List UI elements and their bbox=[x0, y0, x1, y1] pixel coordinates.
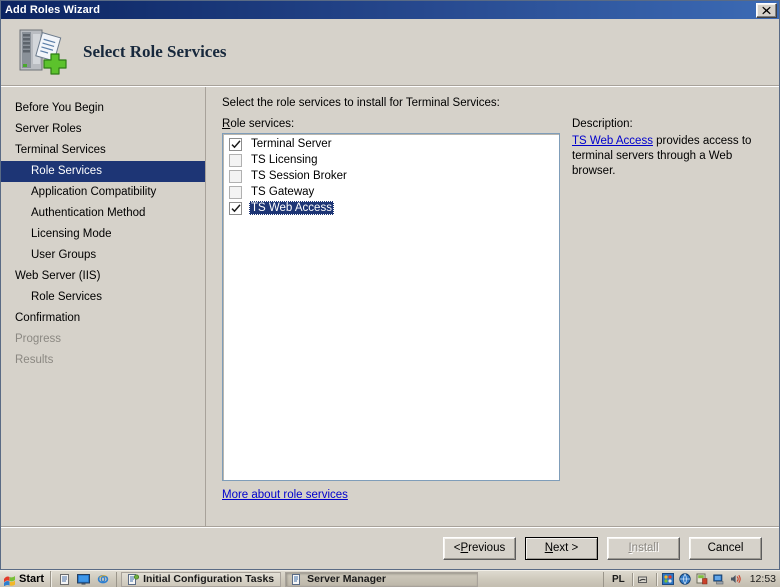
checkbox-unchecked-icon[interactable] bbox=[229, 169, 242, 183]
sidebar-item-confirmation[interactable]: Confirmation bbox=[1, 308, 205, 329]
start-button-label: Start bbox=[19, 573, 45, 585]
main-pane: Select the role services to install for … bbox=[206, 87, 779, 526]
install-button: Install bbox=[607, 536, 680, 560]
sidebar-item-label: Server Roles bbox=[15, 123, 82, 135]
role-services-label-rest: ole services: bbox=[230, 118, 295, 130]
previous-button[interactable]: < Previous bbox=[443, 536, 516, 560]
title-bar: Add Roles Wizard bbox=[1, 1, 779, 19]
instruction-text: Select the role services to install for … bbox=[222, 97, 500, 109]
server-manager-icon bbox=[292, 573, 301, 585]
taskbar-item-label: Initial Configuration Tasks bbox=[143, 573, 275, 585]
sidebar-item-application-compatibility[interactable]: Application Compatibility bbox=[1, 182, 205, 203]
sidebar-item-label: Application Compatibility bbox=[31, 186, 157, 198]
server-add-icon bbox=[19, 29, 67, 75]
button-label-pre: Cancel bbox=[707, 542, 744, 554]
taskbar: Start Initial Configuration Tasks Server… bbox=[0, 570, 780, 587]
security-shield-icon[interactable] bbox=[696, 573, 708, 585]
list-item-label: TS Session Broker bbox=[251, 170, 347, 182]
taskbar-item-label: Server Manager bbox=[307, 573, 386, 585]
sidebar-item-label: User Groups bbox=[31, 249, 97, 261]
checkbox-checked-icon[interactable] bbox=[229, 137, 242, 151]
next-button[interactable]: Next > bbox=[525, 536, 598, 560]
network-connections-icon[interactable] bbox=[713, 573, 725, 585]
cancel-button[interactable]: Cancel bbox=[689, 536, 762, 560]
button-label-pre: < bbox=[453, 542, 461, 554]
list-item[interactable]: Terminal Server bbox=[223, 136, 559, 152]
more-about-role-services-link[interactable]: More about role services bbox=[222, 489, 348, 501]
button-label-post: ext > bbox=[553, 542, 579, 554]
globe-icon[interactable] bbox=[679, 573, 691, 585]
sidebar-item-label: Results bbox=[15, 354, 54, 366]
description-label: Description: bbox=[572, 118, 633, 130]
role-services-label: Role services: bbox=[222, 118, 560, 130]
checkbox-checked-icon[interactable] bbox=[229, 201, 242, 215]
show-desktop-icon[interactable] bbox=[59, 573, 70, 585]
internet-explorer-icon[interactable] bbox=[97, 573, 109, 585]
wizard-header: Select Role Services bbox=[1, 19, 779, 85]
button-label-accel: P bbox=[460, 542, 469, 554]
sidebar-item-label: Licensing Mode bbox=[31, 228, 112, 240]
list-item[interactable]: TS Web Access bbox=[223, 200, 559, 216]
sidebar-item-label: Authentication Method bbox=[31, 207, 146, 219]
sidebar-item-progress: Progress bbox=[1, 329, 205, 350]
tray-separator bbox=[631, 572, 633, 586]
close-glyph bbox=[762, 6, 771, 14]
windows-logo-icon bbox=[4, 575, 15, 586]
quick-launch-bar bbox=[51, 571, 118, 587]
list-item[interactable]: TS Gateway bbox=[223, 184, 559, 200]
list-item[interactable]: TS Session Broker bbox=[223, 168, 559, 184]
wizard-body: Before You Begin Server Roles Terminal Ser… bbox=[1, 87, 779, 526]
role-services-listbox[interactable]: Terminal Server TS Licensing TS Session Br… bbox=[222, 133, 560, 481]
window-title: Add Roles Wizard bbox=[5, 4, 101, 16]
list-item-label: TS Gateway bbox=[251, 186, 315, 198]
button-label-post: revious bbox=[468, 542, 506, 554]
sidebar-item-role-services[interactable]: Role Services bbox=[1, 161, 205, 182]
start-button[interactable]: Start bbox=[0, 571, 52, 587]
display-settings-icon[interactable] bbox=[661, 573, 674, 585]
wizard-step-nav: Before You Begin Server Roles Terminal Ser… bbox=[1, 87, 206, 526]
checkbox-unchecked-icon[interactable] bbox=[229, 153, 242, 167]
button-label-post: nstall bbox=[631, 542, 659, 554]
sidebar-item-user-groups[interactable]: User Groups bbox=[1, 245, 205, 266]
list-item-label: TS Licensing bbox=[251, 154, 318, 166]
sidebar-item-server-roles[interactable]: Server Roles bbox=[1, 119, 205, 140]
page-title: Select Role Services bbox=[83, 42, 227, 61]
sidebar-item-before-you-begin[interactable]: Before You Begin bbox=[1, 98, 205, 119]
description-text: TS Web Access provides access to termina… bbox=[572, 134, 767, 179]
sidebar-item-terminal-services[interactable]: Terminal Services bbox=[1, 140, 205, 161]
sidebar-item-web-server-iis[interactable]: Web Server (IIS) bbox=[1, 266, 205, 287]
sidebar-item-label: Before You Begin bbox=[15, 102, 104, 114]
sidebar-item-label: Progress bbox=[15, 333, 62, 345]
sidebar-item-label: Role Services bbox=[31, 291, 102, 303]
network-icon[interactable] bbox=[637, 574, 651, 585]
language-indicator[interactable]: PL bbox=[610, 574, 627, 585]
tray-separator-2 bbox=[655, 572, 657, 586]
sidebar-item-role-services[interactable]: Role Services bbox=[1, 287, 205, 308]
checkbox-unchecked-icon[interactable] bbox=[229, 185, 242, 199]
sidebar-item-label: Web Server (IIS) bbox=[15, 270, 101, 282]
desktop-monitor-icon[interactable] bbox=[77, 573, 91, 585]
volume-icon[interactable] bbox=[730, 573, 742, 585]
sidebar-item-results: Results bbox=[1, 350, 205, 371]
ts-web-access-link[interactable]: TS Web Access bbox=[572, 135, 653, 147]
sidebar-item-label: Confirmation bbox=[15, 312, 81, 324]
sidebar-item-licensing-mode[interactable]: Licensing Mode bbox=[1, 224, 205, 245]
taskbar-item-initial-configuration-tasks[interactable]: Initial Configuration Tasks bbox=[121, 571, 282, 587]
close-icon[interactable] bbox=[756, 2, 777, 18]
sidebar-item-label: Role Services bbox=[31, 165, 102, 177]
clock[interactable]: 12:53 bbox=[747, 573, 776, 585]
sidebar-item-authentication-method[interactable]: Authentication Method bbox=[1, 203, 205, 224]
button-label-accel: N bbox=[544, 542, 554, 554]
sidebar-item-label: Terminal Services bbox=[15, 144, 106, 156]
taskbar-item-server-manager[interactable]: Server Manager bbox=[285, 571, 479, 587]
list-item-label: Terminal Server bbox=[251, 138, 332, 150]
config-tasks-icon bbox=[128, 573, 140, 585]
wizard-footer: < Previous Next > Install Cancel bbox=[1, 526, 779, 569]
add-roles-wizard-window: Add Roles Wizard Select Role Services Be… bbox=[0, 0, 780, 570]
list-item[interactable]: TS Licensing bbox=[223, 152, 559, 168]
system-tray: PL 12:53 bbox=[602, 571, 780, 587]
list-item-label: TS Web Access bbox=[249, 201, 334, 215]
